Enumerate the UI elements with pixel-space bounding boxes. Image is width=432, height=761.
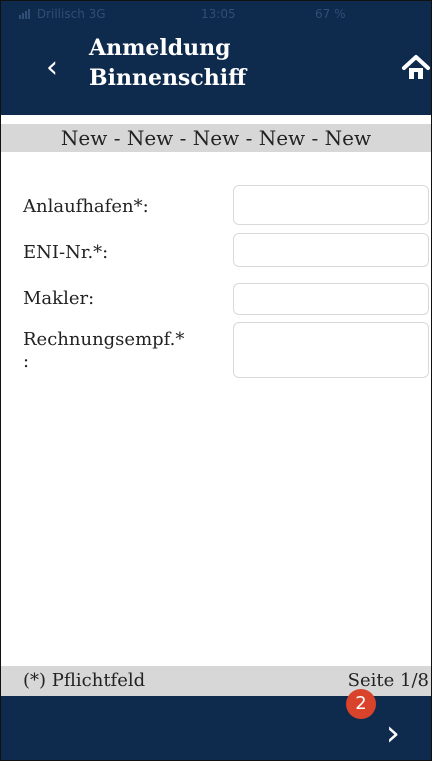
subheader-bar: New - New - New - New - New	[1, 124, 431, 152]
notification-badge: 2	[346, 689, 376, 719]
next-button[interactable]: ›	[375, 714, 411, 754]
chevron-right-icon: ›	[385, 713, 401, 754]
label-eni-nr: ENI-Nr.*:	[23, 242, 109, 263]
required-field-note: (*) Pflichtfeld	[23, 670, 146, 691]
chevron-left-icon: ‹	[46, 50, 58, 85]
page-title: Anmeldung Binnenschiff	[89, 35, 247, 91]
battery-text: 67 %	[315, 7, 346, 21]
battery-label: 67 %	[315, 7, 346, 21]
home-icon	[402, 55, 430, 79]
status-time: 13:05	[201, 7, 236, 21]
input-makler[interactable]	[233, 283, 429, 315]
top-header: Drillisch 3G 13:05 67 % ‹ Anmeldung Binn…	[1, 1, 431, 115]
input-anlaufhafen[interactable]	[233, 185, 429, 225]
label-rechnungsempf: Rechnungsempf.* :	[23, 329, 185, 372]
carrier-label: Drillisch 3G	[19, 7, 106, 21]
back-button[interactable]: ‹	[37, 48, 67, 88]
label-makler: Makler:	[23, 288, 95, 309]
app-frame: Drillisch 3G 13:05 67 % ‹ Anmeldung Binn…	[0, 0, 432, 761]
carrier-text: Drillisch 3G	[36, 7, 106, 21]
status-bar: Drillisch 3G 13:05 67 %	[1, 1, 431, 29]
input-eni-nr[interactable]	[233, 233, 429, 267]
home-button[interactable]	[401, 53, 431, 83]
signal-icon	[19, 8, 33, 19]
label-anlaufhafen: Anlaufhafen*:	[23, 196, 149, 217]
input-rechnungsempf[interactable]	[233, 322, 429, 378]
